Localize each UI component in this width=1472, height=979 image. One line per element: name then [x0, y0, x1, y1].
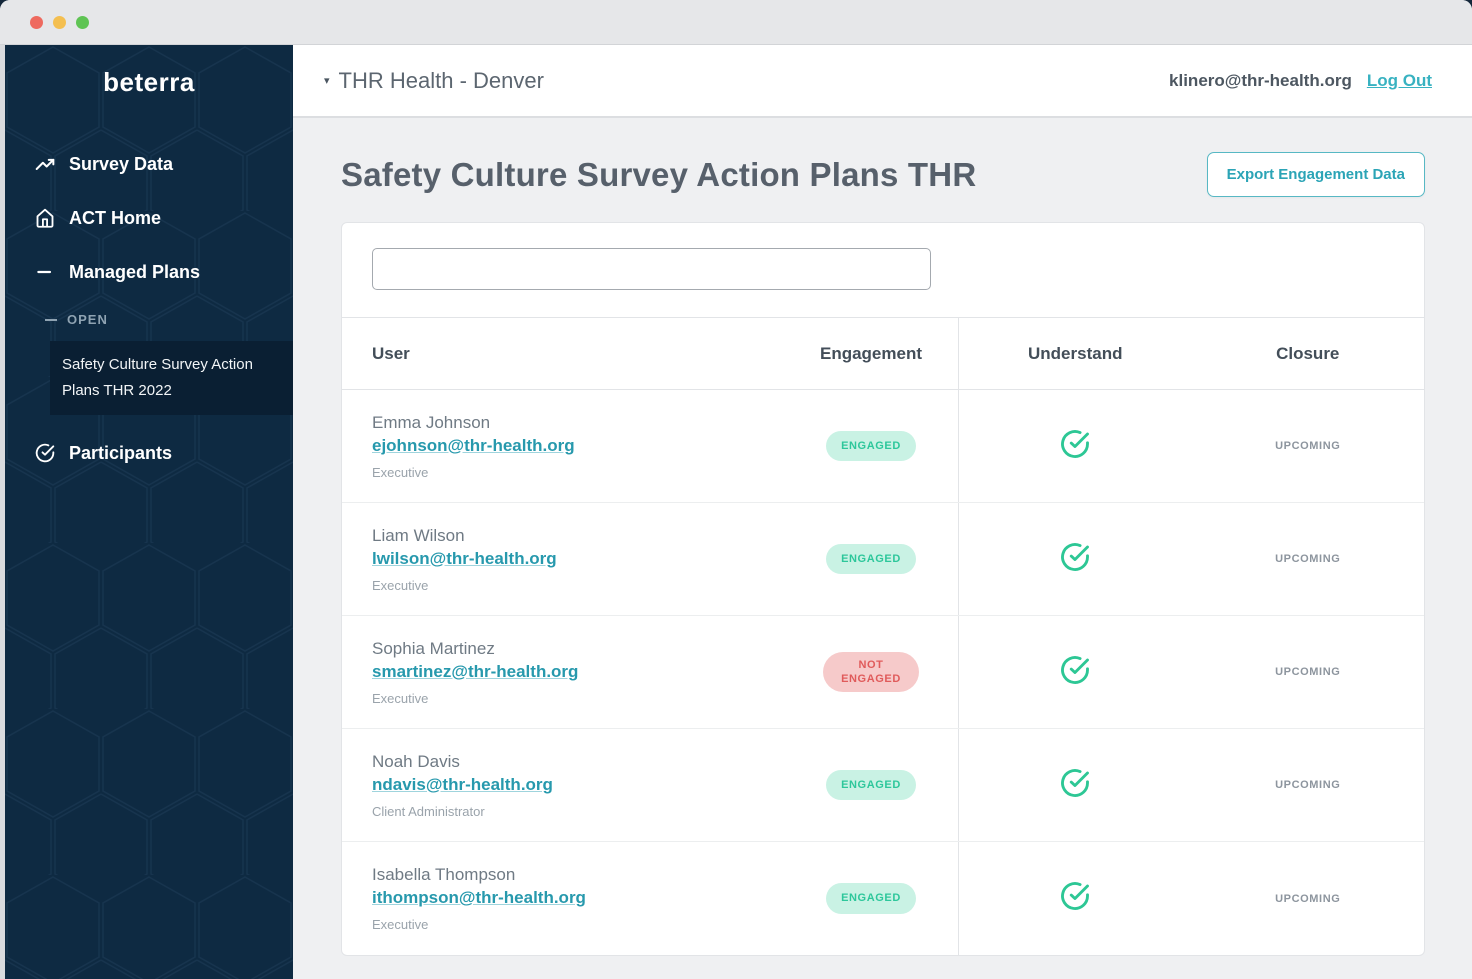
sidebar-item-active-plan[interactable]: Safety Culture Survey Action Plans THR 2…	[50, 341, 293, 415]
user-name: Noah Davis	[372, 751, 460, 771]
export-engagement-data-button[interactable]: Export Engagement Data	[1206, 152, 1425, 197]
main-panel: Safety Culture Survey Action Plans THR E…	[293, 118, 1472, 979]
check-circle-icon	[35, 443, 55, 463]
user-name: Liam Wilson	[372, 525, 465, 545]
page-title: Safety Culture Survey Action Plans THR	[341, 155, 977, 193]
column-header-engagement: Engagement	[819, 343, 923, 363]
check-circle-icon	[959, 542, 1192, 577]
check-circle-icon	[959, 429, 1192, 464]
user-role: Executive	[372, 917, 429, 932]
org-selector-label: THR Health - Denver	[338, 67, 544, 93]
sidebar-item-participants[interactable]: Participants	[5, 439, 293, 467]
closure-status: UPCOMING	[1275, 892, 1341, 905]
org-selector-dropdown[interactable]: ▾ THR Health - Denver	[324, 68, 544, 94]
column-header-closure: Closure	[1276, 343, 1340, 363]
chevron-down-icon: ▾	[324, 75, 330, 87]
closure-status: UPCOMING	[1275, 553, 1341, 565]
sidebar-section-open[interactable]: OPEN	[5, 312, 293, 327]
user-email: klinero@thr-health.org	[1169, 70, 1352, 90]
dash-icon	[35, 262, 55, 282]
logout-link[interactable]: Log Out	[1367, 71, 1432, 91]
participants-table-card: User Engagement Understand Closure Emma …	[341, 222, 1425, 956]
trend-up-icon	[35, 154, 55, 174]
sidebar-item-label: Managed Plans	[69, 261, 201, 282]
engagement-status-badge: ENGAGED	[826, 883, 916, 914]
user-name: Emma Johnson	[372, 412, 491, 432]
sidebar-item-act-home[interactable]: ACT Home	[5, 204, 293, 232]
engagement-status-badge: ENGAGED	[826, 769, 916, 801]
table-row: Noah Davis ndavis@thr-health.org Client …	[342, 729, 1424, 842]
table-row: Sophia Martinez smartinez@thr-health.org…	[342, 616, 1424, 729]
user-email-link[interactable]: ithompson@thr-health.org	[372, 888, 586, 908]
user-name: Isabella Thompson	[372, 865, 516, 884]
check-circle-icon	[959, 881, 1192, 916]
minimize-window-button[interactable]	[53, 15, 66, 29]
search-input[interactable]	[372, 248, 931, 290]
beterra-logo: beterra	[103, 67, 195, 97]
engagement-status-badge: ENGAGED	[826, 430, 916, 462]
home-icon	[35, 208, 55, 228]
topbar: ▾ THR Health - Denver klinero@thr-health…	[293, 45, 1472, 118]
table-header-row: User Engagement Understand Closure	[342, 317, 1424, 390]
app-window: beterra Survey Data ACT Home Managed Pla…	[0, 0, 1472, 979]
column-header-user: User	[372, 343, 410, 363]
zoom-window-button[interactable]	[76, 15, 89, 29]
sidebar-item-survey-data[interactable]: Survey Data	[5, 150, 293, 178]
engagement-status-badge: NOT ENGAGED	[823, 651, 919, 693]
sidebar-item-managed-plans[interactable]: Managed Plans	[5, 258, 293, 286]
user-email-link[interactable]: lwilson@thr-health.org	[372, 549, 557, 569]
column-header-understand: Understand	[1028, 343, 1123, 363]
engagement-status-badge: ENGAGED	[826, 543, 916, 575]
table-row: Liam Wilson lwilson@thr-health.org Execu…	[342, 503, 1424, 616]
sidebar: beterra Survey Data ACT Home Managed Pla…	[5, 45, 293, 979]
sidebar-item-label: Survey Data	[69, 153, 174, 174]
sidebar-section-label: OPEN	[67, 312, 108, 327]
user-email-link[interactable]: ejohnson@thr-health.org	[372, 436, 575, 456]
dash-icon	[45, 318, 57, 321]
user-role: Executive	[372, 464, 429, 480]
closure-status: UPCOMING	[1275, 666, 1341, 678]
user-email-link[interactable]: smartinez@thr-health.org	[372, 662, 578, 682]
closure-status: UPCOMING	[1275, 440, 1341, 452]
user-role: Executive	[372, 690, 429, 706]
window-titlebar	[0, 0, 1472, 45]
user-name: Sophia Martinez	[372, 638, 495, 658]
app-body: beterra Survey Data ACT Home Managed Pla…	[0, 45, 1472, 979]
table-row: Emma Johnson ejohnson@thr-health.org Exe…	[342, 390, 1424, 503]
user-role: Executive	[372, 577, 429, 593]
table-row: Isabella Thompson ithompson@thr-health.o…	[342, 842, 1424, 955]
user-role: Client Administrator	[372, 803, 485, 819]
check-circle-icon	[959, 768, 1192, 803]
user-email-link[interactable]: ndavis@thr-health.org	[372, 775, 553, 795]
sidebar-item-label: ACT Home	[69, 207, 162, 228]
close-window-button[interactable]	[30, 15, 43, 29]
content-area: ▾ THR Health - Denver klinero@thr-health…	[293, 45, 1472, 979]
closure-status: UPCOMING	[1275, 779, 1341, 791]
sidebar-item-label: Participants	[69, 442, 173, 463]
check-circle-icon	[959, 655, 1192, 690]
